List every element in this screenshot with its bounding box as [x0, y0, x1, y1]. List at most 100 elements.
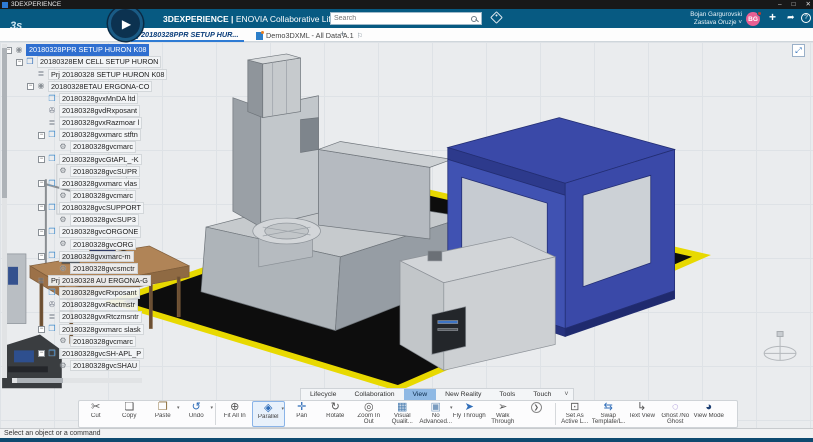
axis-compass-icon[interactable] [764, 332, 796, 361]
tree-expander[interactable]: − [38, 204, 45, 211]
user-info[interactable]: Bojan Gargurovski Zastava Oruzje ˅ [690, 11, 742, 27]
chevron-down-icon[interactable]: ▾ [210, 405, 213, 411]
tree-item[interactable]: −❒20180328gvxmarc-m [0, 250, 205, 262]
tree-item[interactable]: ⚙20180328gvcSUPR [0, 165, 205, 177]
tool-ghost-no-ghost[interactable]: ◌Ghost /No Ghost [659, 401, 693, 427]
actionbar-tab-new-reality[interactable]: New Reality [436, 389, 490, 400]
tree-item[interactable]: ≣Prj 20180328 SETUP HURON K08 [0, 68, 205, 80]
workspace-tab[interactable]: Demo3DXML - All Data A.1 ⚐ [256, 29, 363, 42]
tree-horizontal-scrollbar[interactable] [12, 378, 142, 383]
maximize-button[interactable]: □ [792, 0, 796, 9]
tree-item-label: 20180328gvdRxposant [59, 105, 140, 117]
tree-item[interactable]: ⚙20180328gvcSHAU [0, 360, 205, 372]
tree-item[interactable]: ⚙20180328gvcORG [0, 238, 205, 250]
workspace-tab-active[interactable]: 20180328PPR SETUP HUR... [131, 29, 244, 42]
tree-expander[interactable]: − [16, 59, 23, 66]
tree-item[interactable]: −❒20180328gvcSH-APL_P [0, 348, 205, 360]
tree-item[interactable]: −◉20180328PPR SETUP HURON K08 [0, 44, 205, 56]
actionbar-tab-touch[interactable]: Touch [524, 389, 560, 400]
tree-expander[interactable]: − [38, 350, 45, 357]
actionbar-tab-lifecycle[interactable]: Lifecycle [301, 389, 345, 400]
tree-item[interactable]: ⚙20180328gvcmarc [0, 190, 205, 202]
tree-item-label: 20180328gvcmarc [70, 336, 136, 348]
tool-swap-template-l[interactable]: ⇆Swap Template/L... [592, 401, 626, 427]
expand-viewport-icon[interactable]: ⤢ [792, 44, 805, 57]
tree-item[interactable]: ❒20180328gvxMnDA ltd [0, 93, 205, 105]
share-icon[interactable]: ➦ [787, 12, 795, 23]
tool-view-mode[interactable]: ◕View Mode [692, 401, 726, 427]
tree-item[interactable]: ⚙20180328gvcSUP3 [0, 214, 205, 226]
tree-item[interactable]: ≣Prj 20180328 AU ERGONA-G [0, 275, 205, 287]
pin-icon[interactable]: ⚐ [357, 32, 363, 40]
tree-item[interactable]: ❒20180328gvcRxposant [0, 287, 205, 299]
scrollbar-thumb[interactable] [2, 48, 7, 198]
actionbar-tab-tools[interactable]: Tools [490, 389, 524, 400]
tool-copy[interactable]: ❏Copy [113, 401, 147, 427]
tool-walk-through[interactable]: ➢Walk Through [486, 401, 520, 427]
tree-expander[interactable]: − [38, 229, 45, 236]
search-input[interactable] [331, 15, 471, 22]
rep-icon: ⚙ [58, 361, 68, 371]
tree-item[interactable]: −❒20180328gvxmarc vlas [0, 178, 205, 190]
action-bar-tabs: LifecycleCollaborationViewNew RealityToo… [300, 388, 574, 400]
tree-expander[interactable]: − [38, 253, 45, 260]
tree-item[interactable]: −❒20180328gvcSUPPORT [0, 202, 205, 214]
more-icon: ❯ [531, 402, 542, 413]
tree-item[interactable]: −❒20180328gvxmarc stftn [0, 129, 205, 141]
actionbar-tab-view[interactable]: View [404, 389, 437, 400]
tool-visual-qualit[interactable]: ▦Visual Qualit... [386, 401, 420, 427]
tree-item[interactable]: ⚙20180328gvcsmctr [0, 263, 205, 275]
tool-no-advanced[interactable]: ▣No Advanced...▾ [419, 401, 453, 427]
tree-item[interactable]: ⚙20180328gvcmarc [0, 335, 205, 347]
window-bottom-edge [0, 438, 813, 442]
tool-undo[interactable]: ↺Undo▾ [180, 401, 214, 427]
tool-text-view[interactable]: ↳Text View [625, 401, 659, 427]
tool-fly-through[interactable]: ➤Fly Through [453, 401, 487, 427]
tree-expander[interactable]: − [38, 326, 45, 333]
search-box[interactable] [330, 12, 482, 25]
spindle-tower[interactable] [248, 54, 301, 118]
scrollbar-thumb[interactable] [17, 378, 63, 383]
tree-item[interactable]: −❒20180328gvcORGONE [0, 226, 205, 238]
add-button[interactable]: + [769, 10, 776, 24]
tree-item[interactable]: ✇20180328gvxRactmstr [0, 299, 205, 311]
workspace-tab-label: 20180328PPR SETUP HUR... [141, 30, 238, 39]
chevron-down-icon[interactable]: ▾ [281, 406, 284, 412]
tree-item[interactable]: −❒20180328EM CELL SETUP HURON [0, 56, 205, 68]
tool-cut[interactable]: ✂Cut [79, 401, 113, 427]
compass-widget[interactable]: ▶ [108, 6, 143, 41]
tag-icon[interactable] [490, 11, 503, 24]
minimize-button[interactable]: – [778, 0, 782, 9]
control-cabinet[interactable] [400, 237, 555, 370]
tool-pan[interactable]: ✛Pan [285, 401, 319, 427]
tree-vertical-scrollbar[interactable] [2, 44, 7, 378]
close-button[interactable]: ✕ [806, 0, 811, 9]
tree-expander[interactable]: − [38, 132, 45, 139]
tree-item[interactable]: ≣20180328gvxRtczmsntr [0, 311, 205, 323]
tool-rotate[interactable]: ↻Rotate [319, 401, 353, 427]
fly-through-icon: ➤ [465, 401, 474, 413]
tree-expander[interactable]: − [38, 156, 45, 163]
tool-set-as-active-l[interactable]: ⊡Set As Active L... [558, 401, 592, 427]
help-button[interactable]: ? [801, 13, 811, 23]
tree-item[interactable]: ≣20180328gvxRazmoar l [0, 117, 205, 129]
tool-parallel[interactable]: ◈Parallel▾ [252, 401, 286, 427]
new-tab-button[interactable]: + [340, 29, 345, 39]
tree-item-label: 20180328gvxRactmstr [59, 299, 138, 311]
tree-item[interactable]: ⚙20180328gvcmarc [0, 141, 205, 153]
tool-fit-all-in[interactable]: ⊕Fit All In [218, 401, 252, 427]
window-title: 3DEXPERIENCE [11, 1, 61, 8]
user-org: Zastava Oruzje [694, 19, 737, 26]
tree-item[interactable]: −❒20180328gvcGtAPL_-K [0, 153, 205, 165]
tool-paste[interactable]: ❐Paste▾ [146, 401, 180, 427]
tool-more[interactable]: ❯ [520, 401, 554, 427]
search-icon[interactable] [471, 16, 477, 22]
tool-zoom-in-out[interactable]: ◎Zoom In Out [352, 401, 386, 427]
tree-item[interactable]: −❒20180328gvxmarc slask [0, 323, 205, 335]
tree-expander[interactable]: − [27, 83, 34, 90]
chevron-down-icon[interactable]: ˅ [560, 389, 572, 400]
actionbar-tab-collaboration[interactable]: Collaboration [345, 389, 403, 400]
tree-item[interactable]: ✇20180328gvdRxposant [0, 105, 205, 117]
tree-expander[interactable]: − [38, 180, 45, 187]
tree-item[interactable]: −◉20180328ETAU ERGONA-CO [0, 80, 205, 92]
